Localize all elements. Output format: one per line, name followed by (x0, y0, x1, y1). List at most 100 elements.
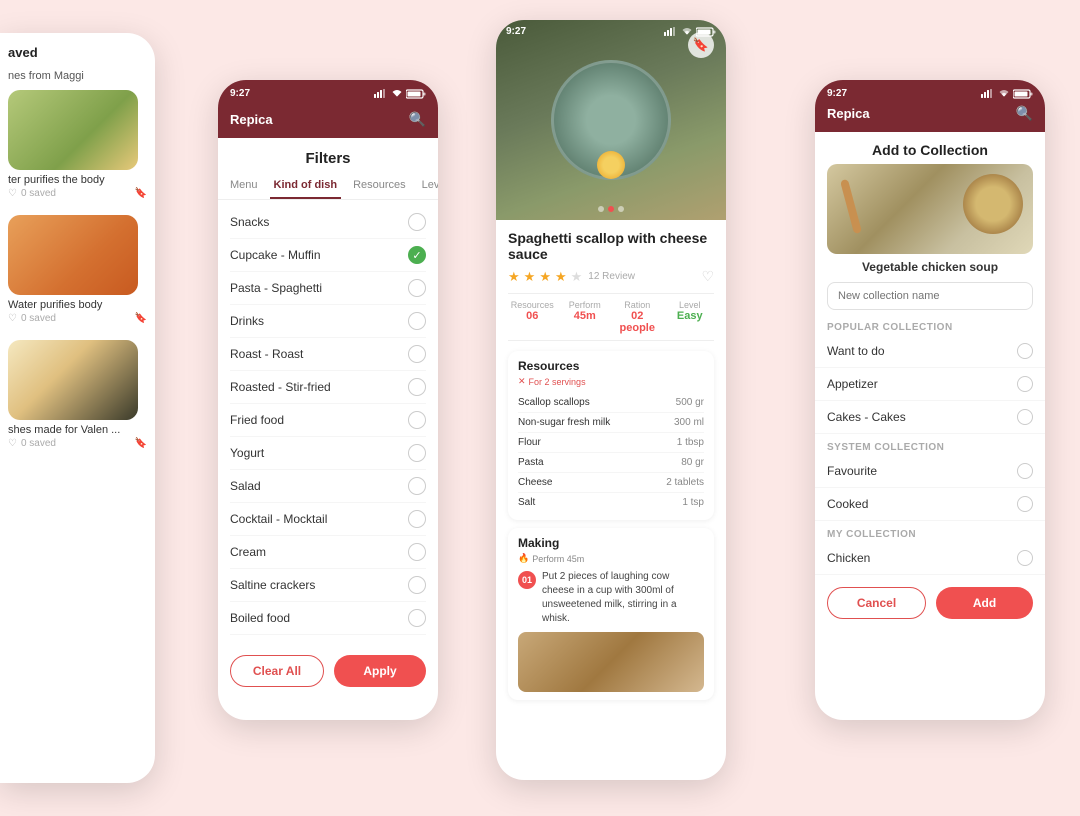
step-image (518, 632, 704, 692)
filter-item-pasta[interactable]: Pasta - Spaghetti (230, 272, 426, 305)
filter-item-boiled[interactable]: Boiled food (230, 602, 426, 635)
radio-favourite[interactable] (1017, 463, 1033, 479)
filter-item-salad[interactable]: Salad (230, 470, 426, 503)
radio-pasta[interactable] (408, 279, 426, 297)
radio-chicken[interactable] (1017, 550, 1033, 566)
phone-recipe: 9:27 🔖 Spaghetti scallop with cheese sau… (496, 20, 726, 780)
filter-item-yogurt[interactable]: Yogurt (230, 437, 426, 470)
radio-saltine[interactable] (408, 576, 426, 594)
recipe-label: Water purifies body (8, 299, 147, 311)
status-time: 9:27 (827, 88, 847, 99)
list-item[interactable]: Water purifies body ♡ 0 saved 🔖 (8, 215, 147, 324)
bookmark-icon[interactable]: 🔖 (135, 438, 147, 449)
tab-kind-of-dish[interactable]: Kind of dish (270, 173, 342, 199)
resources-sub: ✕ For 2 servings (518, 376, 704, 387)
radio-friedfood[interactable] (408, 411, 426, 429)
food-name: Vegetable chicken soup (815, 254, 1045, 278)
star-2: ★ (524, 269, 536, 285)
radio-salad[interactable] (408, 477, 426, 495)
making-sub: 🔥 Perform 45m (518, 553, 704, 564)
collection-item-cakes[interactable]: Cakes - Cakes (815, 401, 1045, 434)
list-item[interactable]: ter purifies the body ♡ 0 saved 🔖 (8, 90, 147, 199)
radio-cream[interactable] (408, 543, 426, 561)
apply-button[interactable]: Apply (334, 655, 426, 687)
making-title: Making (518, 536, 704, 550)
search-icon[interactable]: 🔍 (1016, 105, 1033, 122)
recipe-image (8, 340, 138, 420)
cancel-button[interactable]: Cancel (827, 587, 926, 619)
filter-list: Snacks Cupcake - Muffin ✓ Pasta - Spaghe… (218, 200, 438, 641)
tab-resources[interactable]: Resources (349, 173, 410, 199)
radio-stirfried[interactable] (408, 378, 426, 396)
collection-item-appetizer[interactable]: Appetizer (815, 368, 1045, 401)
popular-collection-label: POPULAR COLLECTION (815, 314, 1045, 335)
filter-item-friedfood[interactable]: Fried food (230, 404, 426, 437)
status-bar: 9:27 (815, 80, 1045, 103)
collection-item-cooked[interactable]: Cooked (815, 488, 1045, 521)
cross-icon: ✕ (518, 376, 526, 387)
radio-want-to-do[interactable] (1017, 343, 1033, 359)
system-collection-label: SYSTEM COLLECTION (815, 434, 1045, 455)
star-4: ★ (555, 269, 567, 285)
my-collection-label: MY COLLECTION (815, 521, 1045, 542)
tab-menu[interactable]: Menu (226, 173, 262, 199)
radio-drinks[interactable] (408, 312, 426, 330)
bookmark-button[interactable]: 🔖 (688, 32, 714, 58)
filter-item-cream[interactable]: Cream (230, 536, 426, 569)
spoon-decoration (840, 179, 862, 234)
radio-snacks[interactable] (408, 213, 426, 231)
radio-cakes[interactable] (1017, 409, 1033, 425)
radio-yogurt[interactable] (408, 444, 426, 462)
collection-item-chicken[interactable]: Chicken (815, 542, 1045, 575)
filter-item-cupcake[interactable]: Cupcake - Muffin ✓ (230, 239, 426, 272)
filter-item-roast[interactable]: Roast - Roast (230, 338, 426, 371)
radio-roast[interactable] (408, 345, 426, 363)
add-button[interactable]: Add (936, 587, 1033, 619)
step-number: 01 (518, 571, 536, 589)
list-item[interactable]: shes made for Valen ... ♡ 0 saved 🔖 (8, 340, 147, 449)
status-icons (981, 89, 1033, 99)
collection-item-favourite[interactable]: Favourite (815, 455, 1045, 488)
dot-2[interactable] (608, 206, 614, 212)
recipe-image (8, 215, 138, 295)
phone-collection: 9:27 Repica 🔍 Add to Collection Vegetabl… (815, 80, 1045, 720)
flame-icon: 🔥 (518, 553, 529, 564)
tab-level[interactable]: Level o (418, 173, 438, 199)
saved-subtitle: nes from Maggi (8, 70, 147, 82)
filter-actions: Clear All Apply (218, 641, 438, 699)
ingredient-scallop: Scallop scallops500 gr (518, 393, 704, 413)
radio-boiled[interactable] (408, 609, 426, 627)
saved-count: 0 saved (21, 438, 56, 449)
app-header: Repica 🔍 (815, 103, 1045, 132)
bookmark-icon[interactable]: 🔖 (135, 188, 147, 199)
dot-3[interactable] (618, 206, 624, 212)
clear-all-button[interactable]: Clear All (230, 655, 324, 687)
status-time: 9:27 (506, 26, 526, 37)
radio-cooked[interactable] (1017, 496, 1033, 512)
star-5: ★ (571, 269, 583, 285)
new-collection-input[interactable] (827, 282, 1033, 310)
phone-saved: aved nes from Maggi ter purifies the bod… (0, 33, 155, 783)
radio-cupcake[interactable]: ✓ (408, 246, 426, 264)
collection-actions: Cancel Add (815, 575, 1045, 631)
dot-1[interactable] (598, 206, 604, 212)
favorite-button[interactable]: ♡ (701, 268, 714, 285)
search-icon[interactable]: 🔍 (409, 111, 426, 128)
collection-item-want-to-do[interactable]: Want to do (815, 335, 1045, 368)
filter-item-drinks[interactable]: Drinks (230, 305, 426, 338)
bookmark-icon[interactable]: 🔖 (135, 313, 147, 324)
filter-item-snacks[interactable]: Snacks (230, 206, 426, 239)
filter-item-stirfried[interactable]: Roasted - Stir-fried (230, 371, 426, 404)
stat-perform: Perform 45m (561, 300, 610, 334)
radio-cocktail[interactable] (408, 510, 426, 528)
review-count: 12 Review (588, 271, 635, 282)
filter-item-cocktail[interactable]: Cocktail - Mocktail (230, 503, 426, 536)
egg-decoration (597, 151, 625, 179)
filters-title: Filters (218, 138, 438, 173)
star-3: ★ (539, 269, 551, 285)
radio-appetizer[interactable] (1017, 376, 1033, 392)
collection-food-image (827, 164, 1033, 254)
filter-item-saltine[interactable]: Saltine crackers (230, 569, 426, 602)
stat-resources: Resources 06 (508, 300, 557, 334)
status-icons (374, 89, 426, 99)
